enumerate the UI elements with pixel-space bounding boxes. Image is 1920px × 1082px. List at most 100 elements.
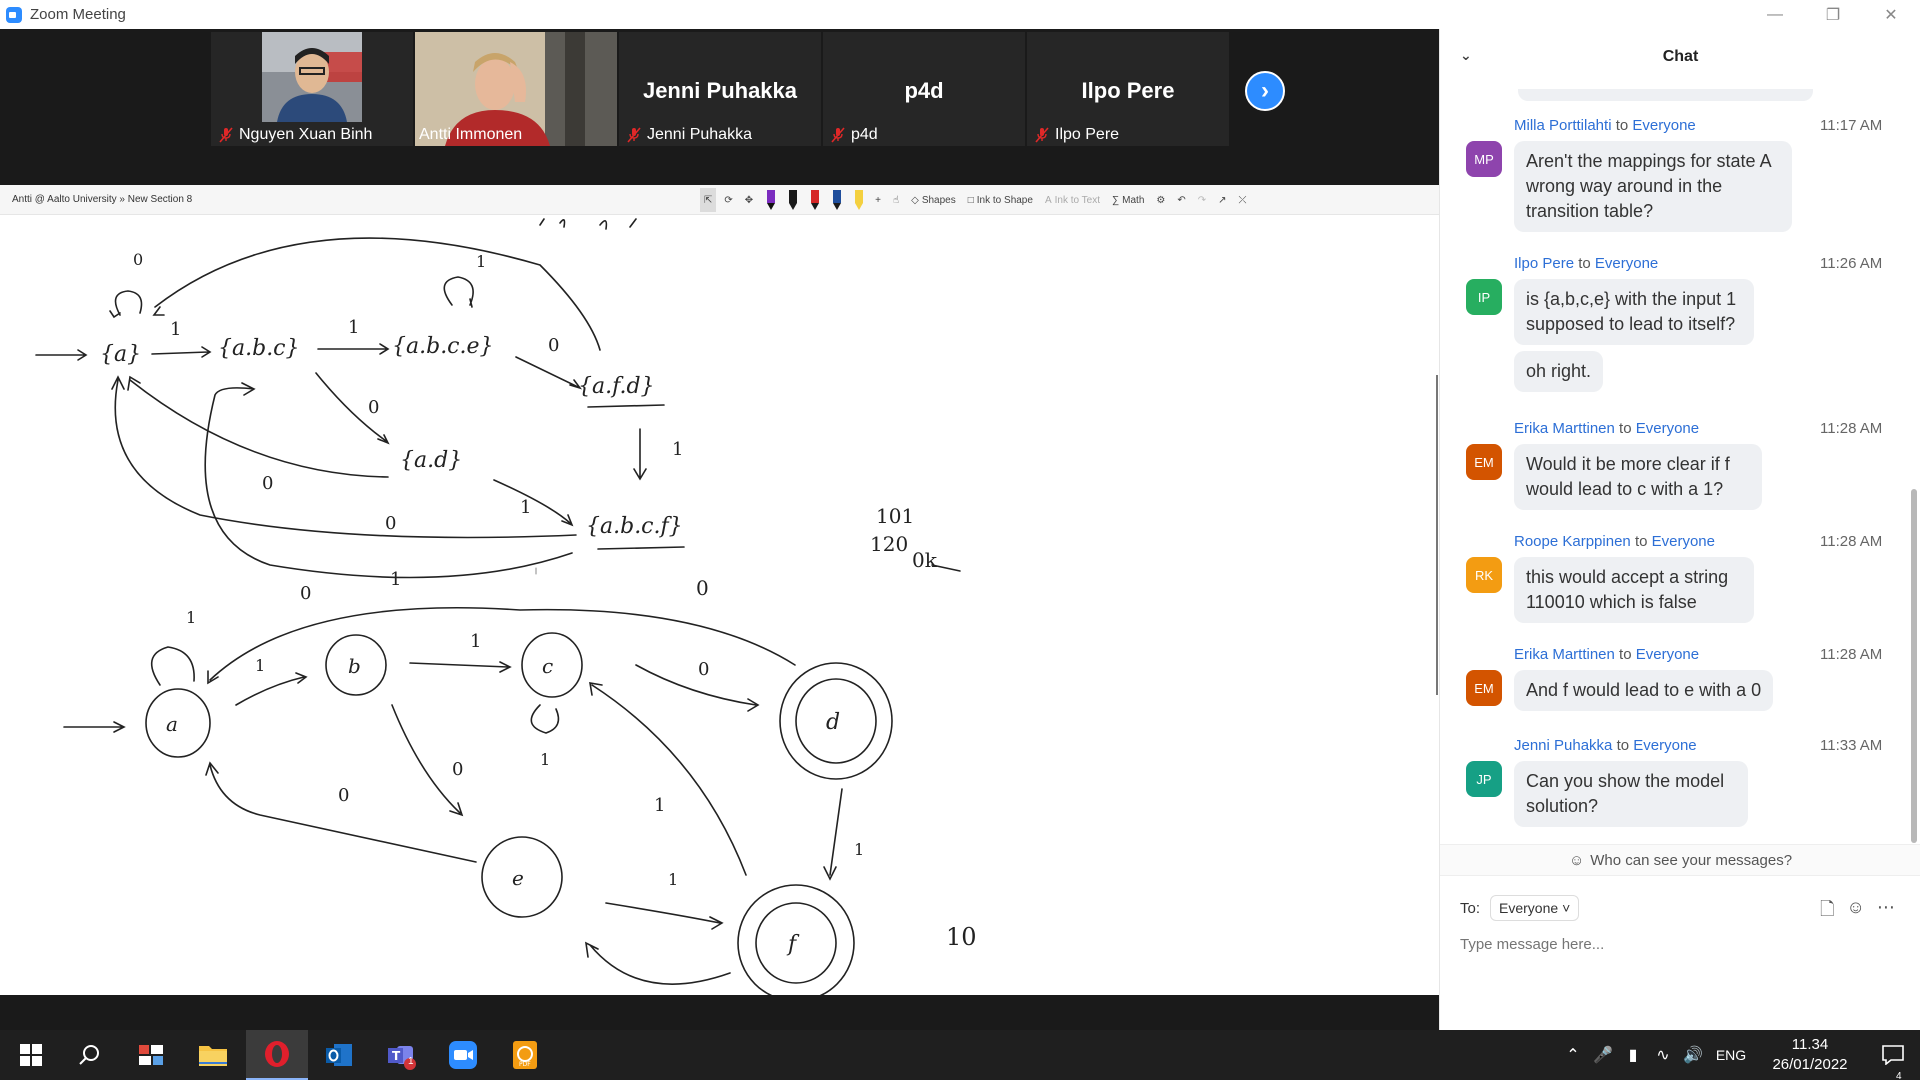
notifications-button[interactable]: 4 (1866, 1045, 1920, 1082)
minimize-button[interactable]: — (1746, 0, 1804, 29)
recipient-select[interactable]: Everyone ˅ (1490, 895, 1580, 921)
participant-label: Antti Immonen (419, 126, 522, 144)
handwritten-automata-drawing: {a} 0 1 {a.b.c} 1 {a.b.c.e} 1 0 {a.f.d} (35, 218, 977, 995)
previous-message-bubble (1518, 89, 1813, 101)
teams-button[interactable]: T 1 (370, 1030, 432, 1080)
ink-to-shape-button[interactable]: □ Ink to Shape (964, 188, 1037, 212)
participant-name-large: p4d (904, 78, 944, 103)
participant-name: Ilpo Pere (1055, 126, 1120, 143)
language-indicator[interactable]: ENG (1708, 1047, 1754, 1063)
participant-tile[interactable]: Jenni Puhakka Jenni Puhakka (619, 32, 821, 146)
opera-button[interactable] (246, 1030, 308, 1080)
svg-text:0: 0 (338, 785, 349, 806)
message-bubble[interactable]: is {a,b,c,e} with the input 1 supposed t… (1514, 279, 1754, 345)
participant-tile[interactable]: Nguyen Xuan Binh (211, 32, 413, 146)
pen-red-icon[interactable] (805, 188, 823, 212)
chevron-up-icon[interactable]: ⌃ (1558, 1045, 1588, 1065)
start-button[interactable] (0, 1030, 62, 1080)
message-sender: Roope Karppinen to Everyone (1514, 533, 1715, 550)
add-space-icon[interactable]: ✥ (741, 188, 757, 212)
battery-icon[interactable]: ▮ (1618, 1045, 1648, 1065)
scribble-text: 0k (912, 548, 938, 572)
vertical-scrollbar[interactable] (1436, 375, 1438, 695)
participant-tile[interactable]: Ilpo Pere Ilpo Pere (1027, 32, 1229, 146)
chat-scrollbar[interactable] (1911, 489, 1917, 843)
emoji-icon[interactable]: ☺ (1846, 897, 1864, 927)
microphone-icon[interactable]: 🎤 (1588, 1045, 1618, 1065)
ink-to-text-button[interactable]: A Ink to Text (1041, 188, 1104, 212)
pdf-editor-icon: PDF (513, 1041, 537, 1069)
volume-icon[interactable]: 🔊 (1678, 1045, 1708, 1065)
who-can-see-link[interactable]: ☺ Who can see your messages? (1440, 844, 1920, 876)
share-icon[interactable]: ↗ (1214, 188, 1230, 212)
participant-tile[interactable]: Antti Immonen (415, 32, 617, 146)
redo-icon[interactable]: ↷ (1194, 188, 1210, 212)
mic-muted-icon (627, 127, 641, 143)
message-input[interactable] (1460, 929, 1890, 959)
message-bubble[interactable]: oh right. (1514, 351, 1604, 392)
mic-muted-icon (1035, 127, 1049, 143)
math-button[interactable]: ∑ Math (1108, 188, 1148, 212)
message-time: 11:28 AM (1820, 533, 1883, 550)
message-bubble[interactable]: And f would lead to e with a 0 (1514, 670, 1774, 711)
state-label: {a.d} (400, 448, 462, 473)
chevron-down-icon[interactable]: ⌄ (1460, 47, 1472, 64)
shared-screen: Antti @ Aalto University » New Section 8… (0, 185, 1439, 1021)
file-explorer-button[interactable] (182, 1030, 244, 1080)
svg-text:1: 1 (854, 840, 864, 859)
participant-name: Antti Immonen (419, 126, 523, 143)
bell-icon[interactable]: ⚙ (1152, 188, 1169, 212)
message-time: 11:28 AM (1820, 420, 1883, 437)
touch-draw-icon[interactable]: ☝ (889, 188, 903, 212)
pen-black-icon[interactable] (783, 188, 801, 212)
chevron-down-icon: ˅ (1562, 900, 1571, 916)
wifi-icon[interactable]: ∿ (1648, 1045, 1678, 1065)
screen-share-bottom-bar (0, 995, 1439, 1030)
state-label: b (348, 654, 361, 678)
state-label: a (166, 712, 178, 736)
notification-icon (1882, 1045, 1904, 1065)
ink-canvas[interactable]: {a} 0 1 {a.b.c} 1 {a.b.c.e} 1 0 {a.f.d} (0, 215, 1439, 1021)
svg-text:0: 0 (452, 759, 463, 780)
svg-text:1: 1 (186, 608, 196, 627)
pen-purple-icon[interactable] (761, 188, 779, 212)
message-bubble[interactable]: Would it be more clear if f would lead t… (1514, 444, 1762, 510)
close-button[interactable]: ✕ (1862, 0, 1920, 29)
svg-text:1: 1 (255, 656, 265, 675)
lasso-icon[interactable]: ⟳ (720, 188, 736, 212)
outlook-button[interactable] (308, 1030, 370, 1080)
outlook-icon (326, 1044, 352, 1066)
more-icon[interactable]: ⋯ (1877, 897, 1895, 927)
message-sender: Ilpo Pere to Everyone (1514, 255, 1659, 272)
pdf-editor-button[interactable]: PDF (494, 1030, 556, 1080)
message-bubble[interactable]: this would accept a string 110010 which … (1514, 557, 1754, 623)
avatar: EM (1466, 444, 1502, 480)
search-button[interactable] (58, 1030, 120, 1080)
task-view-button[interactable] (120, 1030, 182, 1080)
to-label: To: (1460, 899, 1481, 917)
message-bubble[interactable]: Can you show the model solution? (1514, 761, 1748, 827)
message-bubble[interactable]: Aren't the mappings for state A wrong wa… (1514, 141, 1792, 232)
add-pen-icon[interactable]: + (871, 188, 885, 212)
participant-name-large: Jenni Puhakka (642, 78, 798, 103)
zoom-button[interactable] (432, 1030, 494, 1080)
pen-blue-icon[interactable] (827, 188, 845, 212)
restore-button[interactable]: ❐ (1804, 0, 1862, 29)
highlighter-icon[interactable] (849, 188, 867, 212)
file-icon[interactable]: 🗋 (1820, 897, 1834, 927)
shapes-button[interactable]: ◇ Shapes (907, 188, 960, 212)
next-participants-button[interactable]: › (1245, 71, 1285, 111)
participant-tile[interactable]: p4d p4d (823, 32, 1025, 146)
svg-text:0: 0 (696, 576, 709, 600)
clock[interactable]: 11.34 26/01/2022 (1754, 1035, 1866, 1075)
svg-text:0: 0 (300, 583, 311, 604)
mic-muted-icon (219, 127, 233, 143)
select-tool-icon[interactable]: ⇱ (700, 188, 717, 212)
undo-icon[interactable]: ↶ (1173, 188, 1189, 212)
fullscreen-icon[interactable]: ⤫ (1235, 188, 1251, 212)
title-bar: Zoom Meeting — ❐ ✕ (0, 0, 1920, 29)
state-label: c (542, 654, 553, 678)
chevron-right-icon: › (1261, 77, 1269, 104)
svg-text:1: 1 (390, 569, 401, 590)
message-time: 11:26 AM (1820, 255, 1883, 272)
